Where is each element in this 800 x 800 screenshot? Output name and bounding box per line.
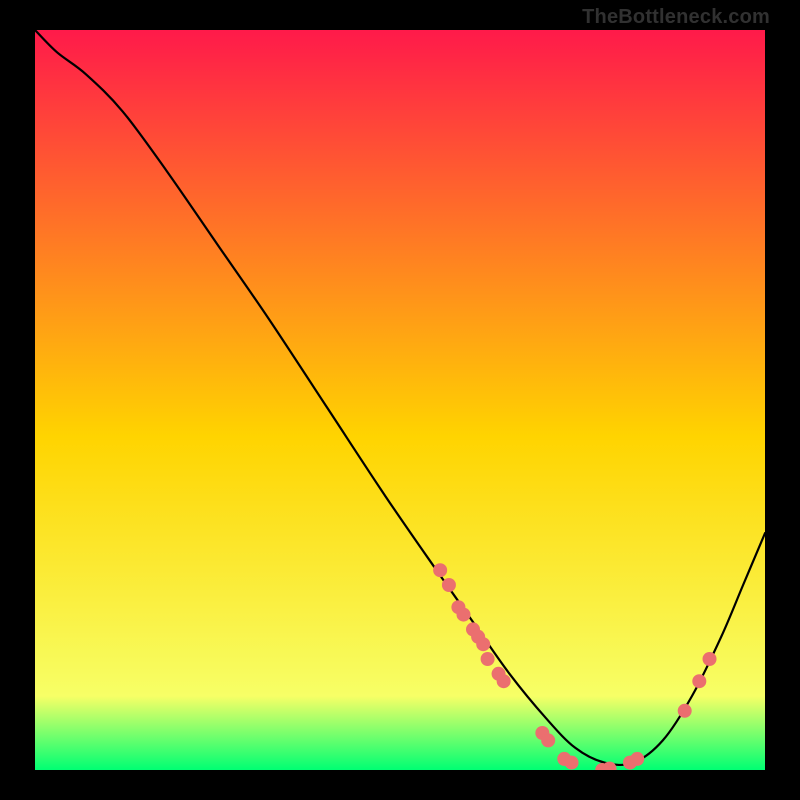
marker-dot — [541, 733, 555, 747]
chart-plot — [35, 30, 765, 770]
marker-dot — [630, 752, 644, 766]
marker-dot — [703, 652, 717, 666]
marker-dot — [476, 637, 490, 651]
marker-dot — [433, 563, 447, 577]
marker-dot — [565, 756, 579, 770]
chart-stage: TheBottleneck.com — [0, 0, 800, 800]
marker-dot — [497, 674, 511, 688]
marker-dot — [442, 578, 456, 592]
marker-dot — [692, 674, 706, 688]
marker-dot — [457, 608, 471, 622]
marker-dot — [481, 652, 495, 666]
chart-svg — [35, 30, 765, 770]
marker-dot — [678, 704, 692, 718]
watermark-label: TheBottleneck.com — [582, 6, 770, 29]
